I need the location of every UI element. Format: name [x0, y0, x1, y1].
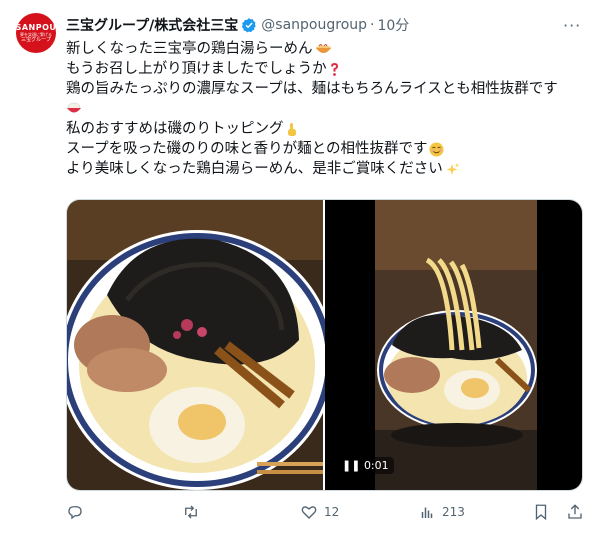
pause-icon: ❚❚	[342, 459, 364, 472]
tweet-line-text: スープを吸った磯のりの味と香りが麺との相性抜群です	[66, 141, 428, 157]
bookmark-button[interactable]	[532, 503, 550, 521]
media-grid	[66, 199, 583, 491]
like-count: 12	[324, 505, 340, 519]
relieved-face-icon	[429, 142, 444, 156]
handle[interactable]: @sanpougroup	[261, 17, 367, 33]
tweet: SANPOU 夢を笑顔に繋げる 三宝グループ 三宝グループ/株式会社三宝 @sa…	[0, 0, 609, 541]
retweet-icon	[185, 505, 197, 519]
display-name[interactable]: 三宝グループ/株式会社三宝	[66, 15, 238, 35]
ramen-bowl-icon	[315, 43, 331, 53]
verified-badge-icon	[242, 18, 257, 33]
tweet-text: 新しくなった三宝亭の鶏白湯らーめん もうお召し上がり頂けましたでしょうか 鶏の旨…	[66, 39, 586, 179]
share-icon	[568, 504, 582, 519]
avatar[interactable]: SANPOU 夢を笑顔に繋げる 三宝グループ	[16, 13, 56, 53]
tweet-line-text: もうお召し上がり頂けましたでしょうか	[66, 61, 327, 77]
tweet-line: 鶏の旨みたっぷりの濃厚なスープは、麺はもちろんライスとも相性抜群です	[66, 79, 586, 99]
pointing-finger-icon	[287, 122, 296, 136]
like-button[interactable]: 12	[300, 503, 339, 521]
reply-button[interactable]	[66, 503, 90, 521]
ramen-photo[interactable]	[67, 200, 335, 491]
views-button[interactable]: 213	[418, 503, 465, 521]
tweet-line: もうお召し上がり頂けましたでしょうか	[66, 59, 586, 79]
tweet-line: 新しくなった三宝亭の鶏白湯らーめん	[66, 39, 586, 59]
tweet-line	[66, 99, 586, 119]
video-time-badge[interactable]: ❚❚ 0:01	[337, 457, 394, 474]
media-canvas	[67, 200, 583, 491]
tweet-line-text: より美味しくなった鶏白湯らーめん、是非ご賞味ください	[66, 161, 443, 177]
reply-icon	[68, 506, 82, 520]
red-question-mark-icon	[330, 62, 338, 76]
action-bar: 12 213	[66, 503, 586, 527]
tweet-line-text: 新しくなった三宝亭の鶏白湯らーめん	[66, 41, 313, 57]
tweet-header: 三宝グループ/株式会社三宝 @sanpougroup · 10分	[66, 15, 586, 35]
avatar-logo-line-2: 夢を笑顔に繋げる	[20, 32, 52, 37]
rice-bowl-icon	[67, 102, 81, 113]
tweet-line: より美味しくなった鶏白湯らーめん、是非ご賞味ください	[66, 159, 586, 179]
avatar-logo-line-1: SANPOU	[16, 23, 56, 32]
heart-icon	[301, 506, 317, 519]
tweet-line: スープを吸った磯のりの味と香りが麺との相性抜群です	[66, 139, 586, 159]
bookmark-icon	[535, 504, 547, 521]
avatar-logo-line-3: 三宝グループ	[21, 37, 51, 43]
more-options-icon[interactable]: ···	[563, 16, 581, 35]
ramen-video[interactable]	[325, 200, 583, 491]
sparkles-icon	[446, 162, 459, 175]
video-time: 0:01	[363, 459, 389, 472]
tweet-line: 私のおすすめは磯のりトッピング	[66, 119, 586, 139]
views-chart-icon	[421, 507, 433, 518]
retweet-button[interactable]	[182, 503, 206, 521]
tweet-line-text: 私のおすすめは磯のりトッピング	[66, 121, 284, 137]
timestamp[interactable]: 10分	[377, 15, 409, 35]
views-count: 213	[442, 505, 465, 519]
share-button[interactable]	[566, 503, 584, 521]
tweet-line-text: 鶏の旨みたっぷりの濃厚なスープは、麺はもちろんライスとも相性抜群です	[66, 81, 558, 97]
separator-dot: ·	[370, 17, 375, 33]
